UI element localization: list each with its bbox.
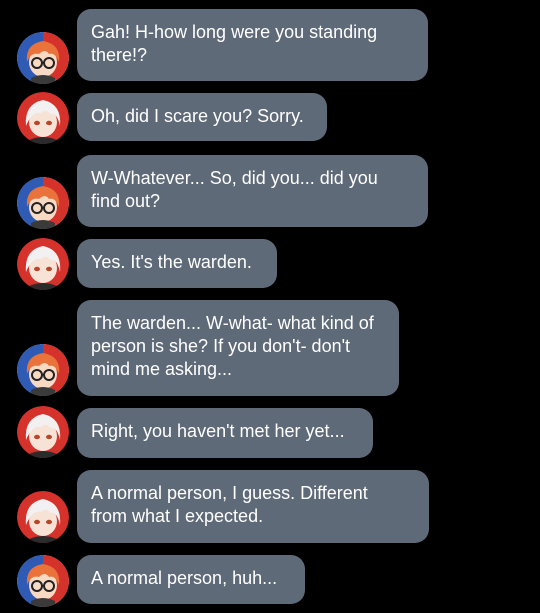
message-text: person is she? If you don't- don't (91, 336, 351, 356)
avatar-orange-hair-icon (17, 32, 69, 84)
message-text: find out? (91, 191, 161, 211)
message-bubble: A normal person, I guess. Different from… (77, 470, 429, 543)
avatar-orange-hair-icon (17, 555, 69, 607)
message-bubble: W-Whatever... So, did you... did you fin… (77, 155, 428, 227)
message-bubble: Gah! H-how long were you standing there!… (77, 9, 428, 81)
message-text: W-Whatever... So, did you... did you (91, 168, 378, 188)
message-text: mind me asking... (91, 359, 233, 379)
message-text: A normal person, I guess. Different (91, 483, 368, 503)
message-bubble: The warden... W-what- what kind of perso… (77, 300, 399, 396)
message-bubble: Yes. It's the warden. (77, 239, 277, 288)
message-text: Oh, did I scare you? Sorry. (91, 106, 304, 126)
avatar-white-hair-icon (17, 406, 69, 458)
chat-log: Gah! H-how long were you standing there!… (0, 0, 540, 613)
message-text: from what I expected. (91, 506, 264, 526)
message-text: there!? (91, 45, 148, 65)
avatar-white-hair-icon (17, 238, 69, 290)
avatar-orange-hair-icon (17, 344, 69, 396)
message-text: The warden... W-what- what kind of (91, 313, 374, 333)
message-text: Gah! H-how long were you standing (91, 22, 378, 42)
message-text: Yes. It's the warden. (91, 252, 252, 272)
avatar-white-hair-icon (17, 92, 69, 144)
avatar-white-hair-icon (17, 491, 69, 543)
message-text: A normal person, huh... (91, 568, 278, 588)
message-bubble: Oh, did I scare you? Sorry. (77, 93, 327, 141)
message-bubble: Right, you haven't met her yet... (77, 408, 373, 458)
message-bubble: A normal person, huh... (77, 555, 305, 604)
avatar-orange-hair-icon (17, 177, 69, 229)
message-text: Right, you haven't met her yet... (91, 421, 345, 441)
